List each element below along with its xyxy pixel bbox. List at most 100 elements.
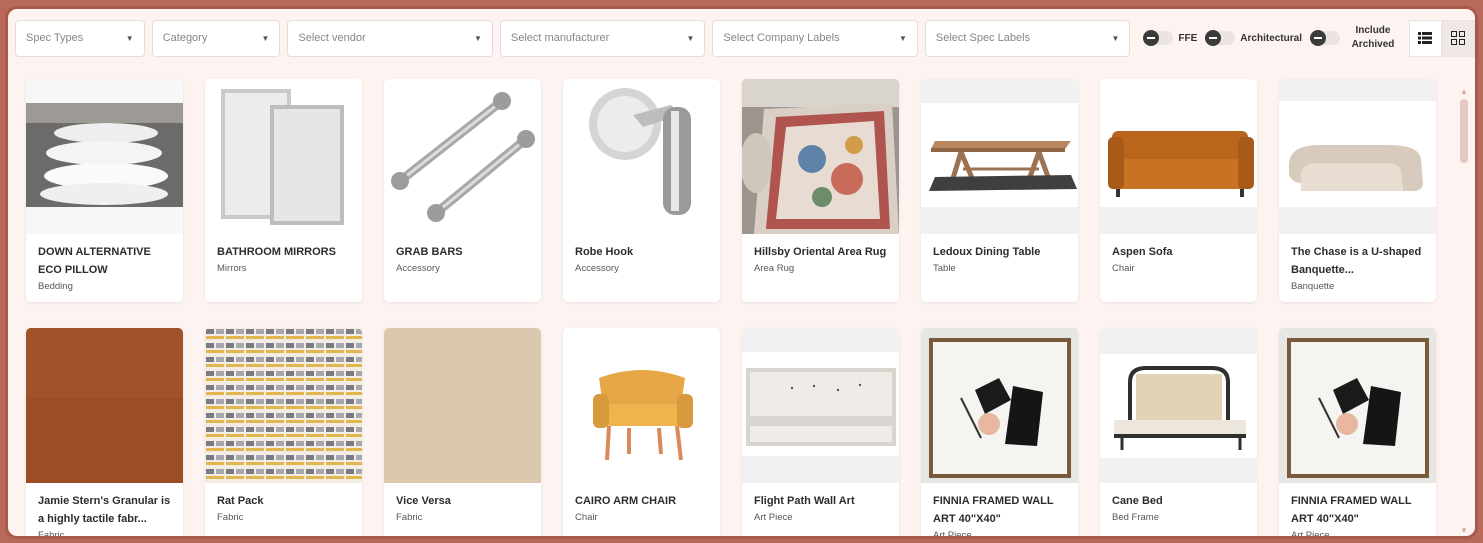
product-image xyxy=(26,328,183,483)
product-name: Aspen Sofa xyxy=(1112,246,1173,258)
spec-labels-dropdown[interactable]: Select Spec Labels ▼ xyxy=(924,19,1131,57)
product-category: Fabric xyxy=(217,512,244,523)
spec-labels-placeholder: Select Spec Labels xyxy=(935,32,1031,44)
product-name: Flight Path Wall Art xyxy=(754,495,855,507)
product-grid: DOWN ALTERNATIVE ECO PILLOW Bedding BATH… xyxy=(26,79,1446,539)
product-card[interactable]: The Chase is a U-shaped Banquette... Ban… xyxy=(1279,79,1436,302)
product-name: DOWN ALTERNATIVE ECO PILLOW xyxy=(38,246,151,276)
app-frame: Spec Types ▼ Category ▼ Select vendor ▼ … xyxy=(5,6,1478,539)
product-card[interactable]: Aspen Sofa Chair xyxy=(1100,79,1257,302)
ffe-label: FFE xyxy=(1178,32,1198,44)
product-card[interactable]: DOWN ALTERNATIVE ECO PILLOW Bedding xyxy=(26,79,183,302)
company-labels-placeholder: Select Company Labels xyxy=(723,32,840,44)
product-category: Banquette xyxy=(1291,281,1335,292)
chevron-down-icon: ▼ xyxy=(686,33,695,43)
product-card[interactable]: BATHROOM MIRRORS Mirrors xyxy=(205,79,362,302)
list-view-icon xyxy=(1418,32,1433,44)
product-category: Bedding xyxy=(38,281,73,292)
product-card[interactable]: Cane Bed Bed Frame xyxy=(1100,328,1257,536)
chevron-down-icon: ▼ xyxy=(1111,33,1120,43)
chevron-down-icon: ▼ xyxy=(898,33,907,43)
view-switcher xyxy=(1408,19,1475,57)
product-name: CAIRO ARM CHAIR xyxy=(575,495,677,507)
product-image xyxy=(205,328,362,483)
vendor-dropdown[interactable]: Select vendor ▼ xyxy=(287,19,493,57)
product-category: Bed Frame xyxy=(1112,512,1159,523)
product-name: Jamie Stern's Granular is a highly tacti… xyxy=(38,495,171,525)
chevron-down-icon: ▼ xyxy=(261,33,270,43)
product-category: Accessory xyxy=(396,263,440,274)
product-image xyxy=(384,79,541,234)
product-image xyxy=(921,328,1078,483)
product-card[interactable]: Flight Path Wall Art Art Piece xyxy=(742,328,899,536)
product-category: Table xyxy=(933,263,956,274)
product-category: Art Piece xyxy=(1291,530,1330,539)
product-name: Ledoux Dining Table xyxy=(933,246,1041,258)
product-card[interactable]: FINNIA FRAMED WALL ART 40"X40" Art Piece xyxy=(1279,328,1436,539)
product-image xyxy=(921,79,1078,234)
product-card[interactable]: CAIRO ARM CHAIR Chair xyxy=(563,328,720,536)
filter-toolbar: Spec Types ▼ Category ▼ Select vendor ▼ … xyxy=(8,9,1475,67)
product-name: Hillsby Oriental Area Rug xyxy=(754,246,887,258)
product-card[interactable]: Robe Hook Accessory xyxy=(563,79,720,302)
product-category: Area Rug xyxy=(754,263,795,274)
architectural-toggle[interactable] xyxy=(1205,30,1236,46)
product-name: The Chase is a U-shaped Banquette... xyxy=(1291,246,1422,276)
chevron-down-icon: ▼ xyxy=(473,33,482,43)
spec-types-dropdown[interactable]: Spec Types ▼ xyxy=(15,19,145,57)
product-image xyxy=(1279,79,1436,234)
grid-view-icon xyxy=(1451,31,1466,45)
product-category: Fabric xyxy=(396,512,423,523)
product-card[interactable]: Ledoux Dining Table Table xyxy=(921,79,1078,302)
chevron-down-icon: ▼ xyxy=(125,33,134,43)
product-category: Art Piece xyxy=(754,512,793,523)
scroll-down-icon[interactable]: ▼ xyxy=(1460,526,1468,535)
product-card[interactable]: Hillsby Oriental Area Rug Area Rug xyxy=(742,79,899,302)
product-image xyxy=(563,79,720,234)
product-card[interactable]: Jamie Stern's Granular is a highly tacti… xyxy=(26,328,183,539)
manufacturer-placeholder: Select manufacturer xyxy=(510,32,610,44)
product-card[interactable]: GRAB BARS Accessory xyxy=(384,79,541,302)
category-dropdown[interactable]: Category ▼ xyxy=(151,19,281,57)
product-name: GRAB BARS xyxy=(396,246,463,258)
list-view-button[interactable] xyxy=(1408,19,1442,57)
product-image xyxy=(384,328,541,483)
vertical-scrollbar[interactable]: ▲ ▼ xyxy=(1460,87,1468,535)
product-card[interactable]: Vice Versa Fabric xyxy=(384,328,541,536)
product-card[interactable]: FINNIA FRAMED WALL ART 40"X40" Art Piece xyxy=(921,328,1078,539)
include-archived-label: Include Archived xyxy=(1351,25,1395,50)
architectural-label: Architectural xyxy=(1240,32,1302,44)
product-name: FINNIA FRAMED WALL ART 40"X40" xyxy=(1291,495,1412,525)
scrollbar-thumb[interactable] xyxy=(1460,99,1468,163)
product-image xyxy=(205,79,362,234)
scroll-up-icon[interactable]: ▲ xyxy=(1460,87,1468,96)
product-image xyxy=(1100,328,1257,483)
product-image xyxy=(742,79,899,234)
include-archived-toggle[interactable] xyxy=(1309,30,1340,46)
ffe-toggle[interactable] xyxy=(1143,30,1174,46)
product-category: Mirrors xyxy=(217,263,247,274)
product-category: Chair xyxy=(575,512,598,523)
product-name: FINNIA FRAMED WALL ART 40"X40" xyxy=(933,495,1054,525)
product-name: BATHROOM MIRRORS xyxy=(217,246,336,258)
manufacturer-dropdown[interactable]: Select manufacturer ▼ xyxy=(499,19,706,57)
product-category: Chair xyxy=(1112,263,1135,274)
product-category: Accessory xyxy=(575,263,619,274)
product-image xyxy=(742,328,899,483)
category-label: Category xyxy=(162,32,208,44)
product-image xyxy=(26,79,183,234)
grid-view-button[interactable] xyxy=(1441,19,1475,57)
product-name: Robe Hook xyxy=(575,246,634,258)
product-image xyxy=(563,328,720,483)
ffe-toggle-group: FFE Architectural Include Archived xyxy=(1143,24,1399,52)
product-name: Cane Bed xyxy=(1112,495,1163,507)
company-labels-dropdown[interactable]: Select Company Labels ▼ xyxy=(712,19,918,57)
product-category: Fabric xyxy=(38,530,65,539)
product-card[interactable]: Rat Pack Fabric xyxy=(205,328,362,536)
product-category: Art Piece xyxy=(933,530,972,539)
vendor-placeholder: Select vendor xyxy=(298,32,366,44)
spec-types-label: Spec Types xyxy=(26,32,84,44)
product-image xyxy=(1100,79,1257,234)
product-image xyxy=(1279,328,1436,483)
product-name: Rat Pack xyxy=(217,495,264,507)
